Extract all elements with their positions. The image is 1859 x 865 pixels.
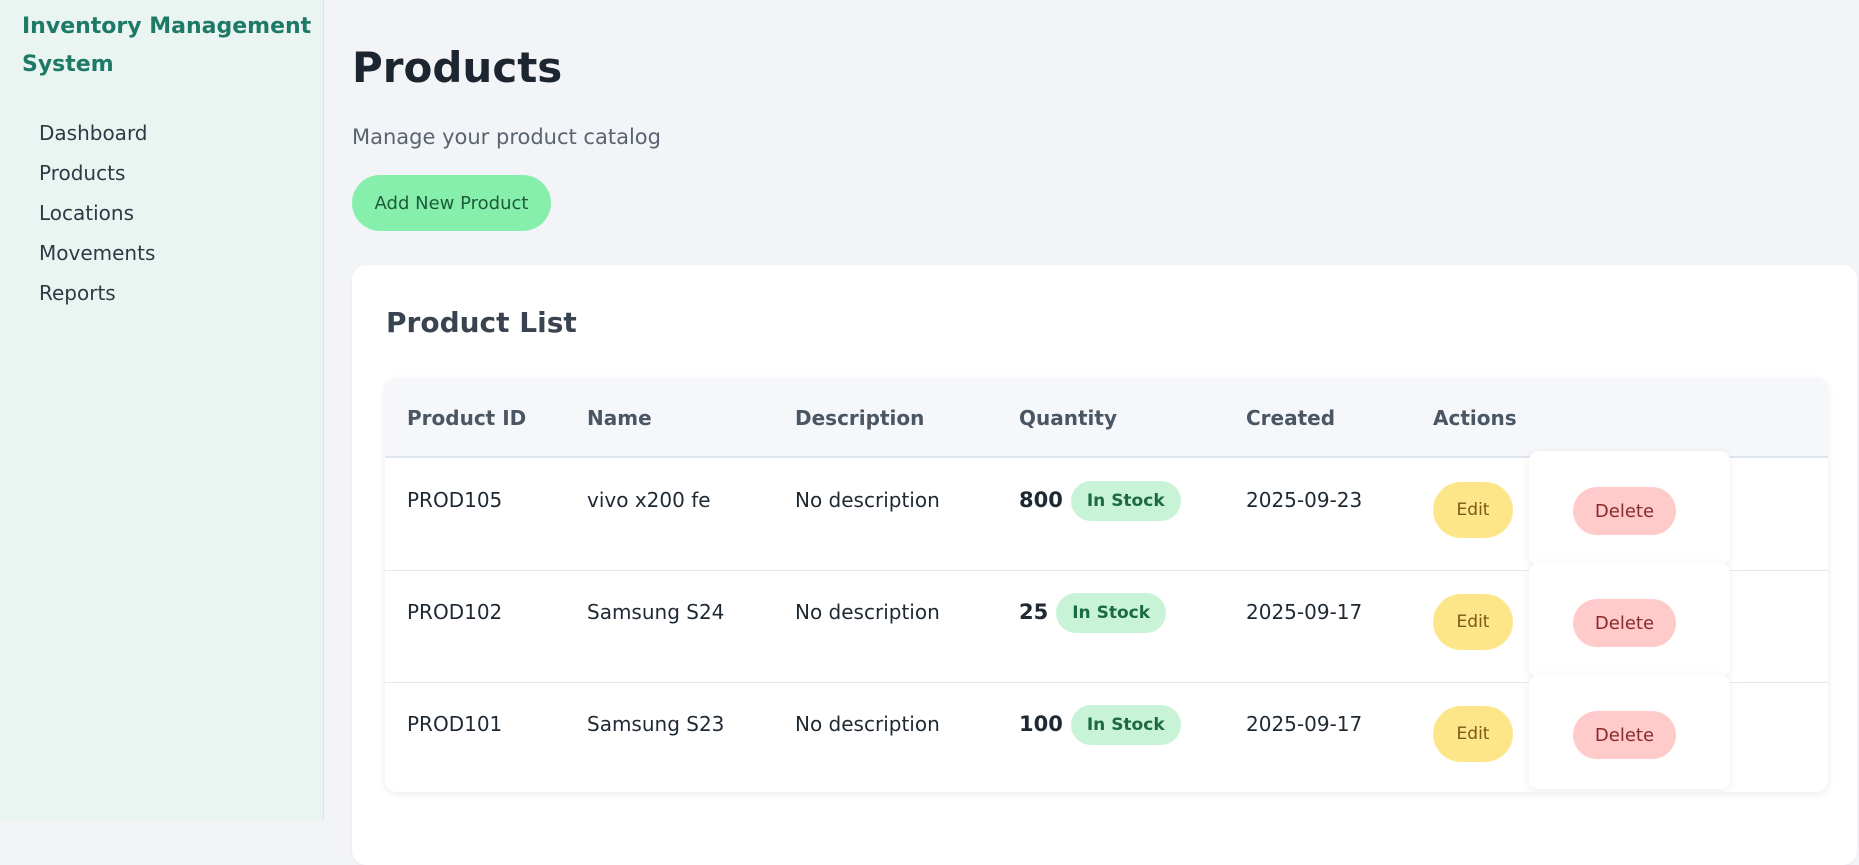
product-name: Samsung S23 xyxy=(587,712,725,736)
delete-button[interactable]: Delete xyxy=(1573,487,1676,535)
product-name: vivo x200 fe xyxy=(587,488,711,512)
table-header: Product ID Name Description Quantity Cre… xyxy=(385,378,1828,458)
column-header-name: Name xyxy=(587,406,652,430)
column-header-description: Description xyxy=(795,406,925,430)
product-description: No description xyxy=(795,488,940,512)
quantity-cell: 100 In Stock xyxy=(1019,704,1181,745)
app-brand[interactable]: Inventory Management System xyxy=(22,8,312,84)
sidebar-item-products[interactable]: Products xyxy=(39,153,155,193)
page-title: Products xyxy=(352,43,563,92)
table-row: PROD102 Samsung S24 No description 25 In … xyxy=(385,563,1828,683)
edit-button[interactable]: Edit xyxy=(1433,706,1513,762)
quantity-cell: 800 In Stock xyxy=(1019,480,1181,521)
sidebar-nav: Dashboard Products Locations Movements R… xyxy=(39,113,155,313)
product-id: PROD101 xyxy=(407,712,503,736)
delete-form: Delete xyxy=(1529,563,1730,677)
edit-button[interactable]: Edit xyxy=(1433,594,1513,650)
delete-button[interactable]: Delete xyxy=(1573,599,1676,647)
sidebar-item-movements[interactable]: Movements xyxy=(39,233,155,273)
status-badge: In Stock xyxy=(1070,705,1181,745)
table-row: PROD101 Samsung S23 No description 100 In… xyxy=(385,675,1828,792)
product-list-title: Product List xyxy=(386,306,577,339)
status-badge: In Stock xyxy=(1070,481,1181,521)
product-description: No description xyxy=(795,600,940,624)
created-date: 2025-09-17 xyxy=(1246,600,1363,624)
column-header-created: Created xyxy=(1246,406,1336,430)
delete-button[interactable]: Delete xyxy=(1573,711,1676,759)
created-date: 2025-09-17 xyxy=(1246,712,1363,736)
product-name: Samsung S24 xyxy=(587,600,725,624)
edit-button[interactable]: Edit xyxy=(1433,482,1513,538)
quantity-value: 100 xyxy=(1019,712,1063,736)
product-id: PROD105 xyxy=(407,488,503,512)
table-row: PROD105 vivo x200 fe No description 800 I… xyxy=(385,451,1828,571)
sidebar: Inventory Management System Dashboard Pr… xyxy=(0,0,324,821)
status-badge: In Stock xyxy=(1056,593,1167,633)
product-description: No description xyxy=(795,712,940,736)
column-header-actions: Actions xyxy=(1433,406,1517,430)
column-header-product-id: Product ID xyxy=(407,406,527,430)
main-content: Products Manage your product catalog Add… xyxy=(352,0,1859,865)
column-header-quantity: Quantity xyxy=(1019,406,1117,430)
quantity-value: 25 xyxy=(1019,600,1049,624)
quantity-value: 800 xyxy=(1019,488,1063,512)
sidebar-item-locations[interactable]: Locations xyxy=(39,193,155,233)
delete-form: Delete xyxy=(1529,451,1730,565)
sidebar-item-dashboard[interactable]: Dashboard xyxy=(39,113,155,153)
sidebar-item-reports[interactable]: Reports xyxy=(39,273,155,313)
delete-form: Delete xyxy=(1529,675,1730,789)
product-id: PROD102 xyxy=(407,600,503,624)
add-new-product-button[interactable]: Add New Product xyxy=(352,175,551,231)
page-subtitle: Manage your product catalog xyxy=(352,125,661,149)
products-table: Product ID Name Description Quantity Cre… xyxy=(385,378,1828,792)
quantity-cell: 25 In Stock xyxy=(1019,592,1167,633)
created-date: 2025-09-23 xyxy=(1246,488,1363,512)
